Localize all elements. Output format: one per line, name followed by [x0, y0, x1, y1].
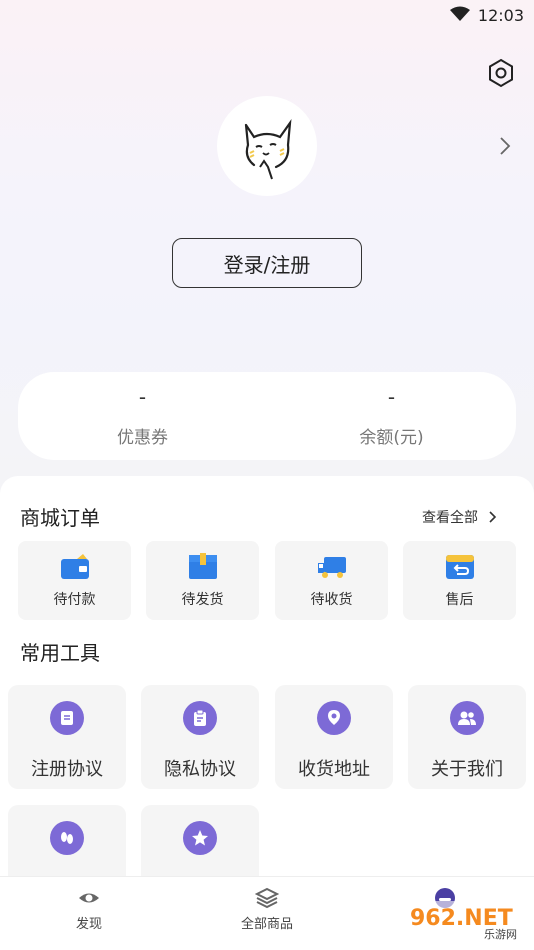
login-register-button[interactable]: 登录/注册 [172, 238, 362, 288]
wallet-icon [60, 553, 89, 579]
document-icon [50, 701, 84, 735]
location-icon [317, 701, 351, 735]
tool-label: 收货地址 [298, 759, 370, 780]
view-all-orders-link[interactable]: 查看全部 [422, 507, 500, 527]
footprint-icon [50, 821, 84, 855]
star-icon [183, 821, 217, 855]
tool-privacy-agreement[interactable]: 隐私协议 [141, 685, 259, 789]
tool-label: 隐私协议 [164, 759, 236, 780]
order-label: 待付款 [53, 591, 96, 608]
wifi-icon [450, 6, 470, 21]
coupon-stat[interactable]: - 优惠券 [18, 372, 267, 460]
status-time: 12:03 [477, 6, 524, 25]
settings-icon[interactable] [486, 58, 516, 88]
order-label: 待收货 [310, 591, 353, 608]
order-pending-receipt[interactable]: 待收货 [275, 541, 388, 620]
tool-label: 注册协议 [31, 759, 103, 780]
chevron-right-icon[interactable] [498, 136, 512, 156]
order-label: 售后 [445, 591, 474, 608]
balance-value: - [387, 384, 396, 409]
tab-label: 发现 [75, 917, 102, 932]
tab-all-products[interactable]: 全部商品 [178, 877, 356, 950]
order-label: 待发货 [181, 591, 224, 608]
clipboard-icon [183, 701, 217, 735]
tool-register-agreement[interactable]: 注册协议 [8, 685, 126, 789]
tool-label: 关于我们 [431, 759, 503, 780]
watermark-logo: 962.NET 乐游网 [404, 901, 530, 941]
return-icon [445, 554, 474, 579]
truck-icon [317, 556, 346, 578]
coupon-label: 优惠券 [117, 427, 168, 448]
coupon-value: - [138, 384, 147, 409]
tool-shipping-address[interactable]: 收货地址 [275, 685, 393, 789]
avatar[interactable] [217, 96, 317, 196]
wallet-card: - 优惠券 - 余额(元) [18, 372, 516, 460]
people-icon [450, 701, 484, 735]
chevron-right-icon [489, 511, 497, 523]
layers-icon [255, 887, 279, 909]
cat-avatar-icon [244, 119, 292, 180]
tools-title: 常用工具 [20, 641, 100, 665]
tool-about-us[interactable]: 关于我们 [408, 685, 526, 789]
balance-stat[interactable]: - 余额(元) [267, 372, 516, 460]
order-pending-shipment[interactable]: 待发货 [146, 541, 259, 620]
order-pending-payment[interactable]: 待付款 [18, 541, 131, 620]
package-icon [188, 552, 217, 579]
tab-discover[interactable]: 发现 [0, 877, 178, 950]
orders-title: 商城订单 [20, 506, 100, 530]
order-after-sale[interactable]: 售后 [403, 541, 516, 620]
balance-label: 余额(元) [359, 427, 424, 448]
eye-icon [79, 893, 99, 903]
watermark-subtext: 乐游网 [484, 928, 517, 941]
view-all-label: 查看全部 [422, 510, 478, 526]
tab-label: 全部商品 [240, 917, 293, 932]
